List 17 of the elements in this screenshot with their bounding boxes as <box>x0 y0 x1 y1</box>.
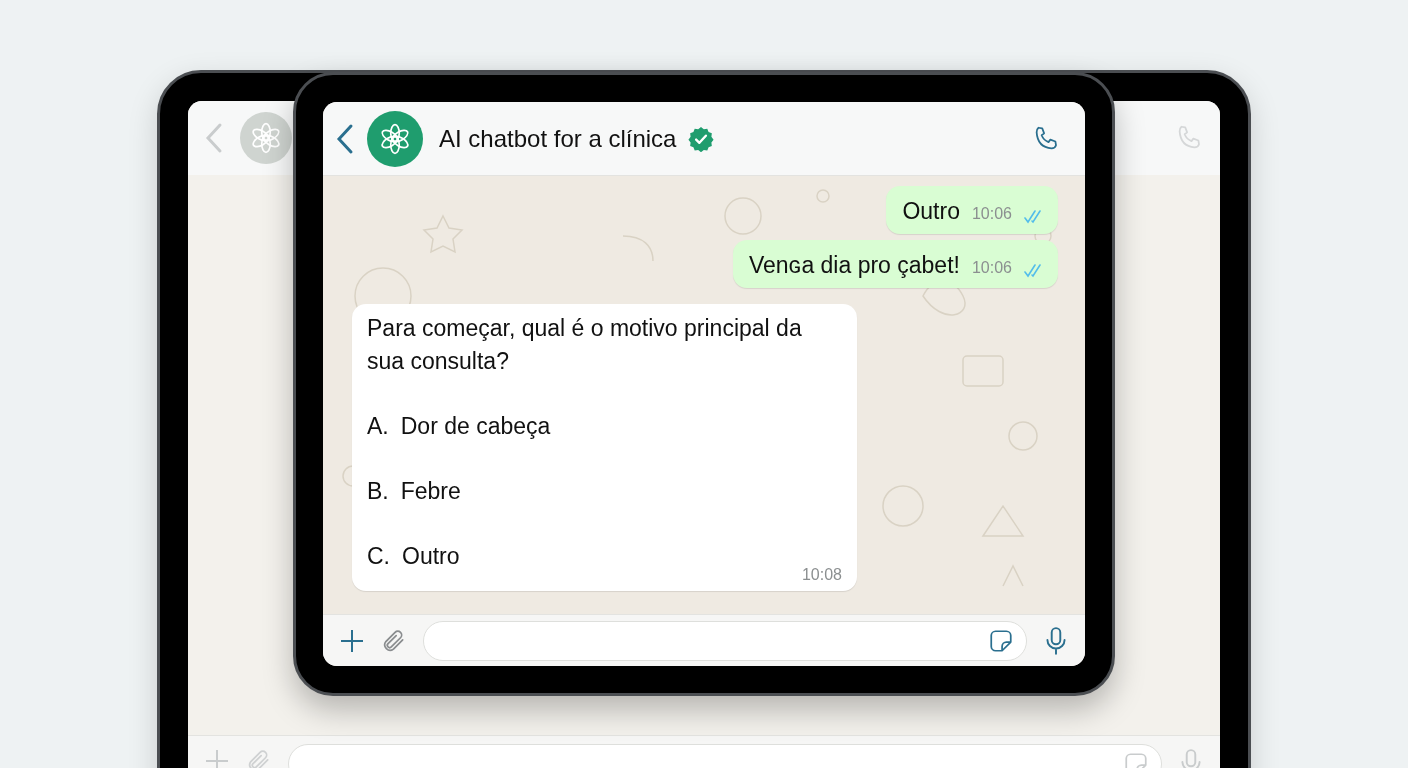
message-input[interactable] <box>423 620 1027 661</box>
chat-title: AI chatbot for a clínica <box>439 123 677 154</box>
option-text: Outro <box>402 542 460 571</box>
plus-icon[interactable] <box>339 627 365 654</box>
message-text: Venɢa dia pro çabet! <box>748 251 960 280</box>
option-text: Febre <box>400 477 461 506</box>
message-text: Outro <box>902 197 960 226</box>
option-text: Dor de cabeça <box>400 412 551 441</box>
option-letter: A. <box>367 412 389 441</box>
message-text: Para começar, qual é o motivo principal da sua consulta? <box>367 314 803 376</box>
option-letter: C. <box>367 542 390 571</box>
option-letter: B. <box>367 477 389 506</box>
message-time: 10:06 <box>971 258 1012 278</box>
sticker-icon[interactable] <box>988 627 1014 654</box>
message-time: 10:06 <box>971 204 1012 224</box>
message-time: 10:08 <box>801 565 842 585</box>
back-icon[interactable] <box>335 122 355 155</box>
